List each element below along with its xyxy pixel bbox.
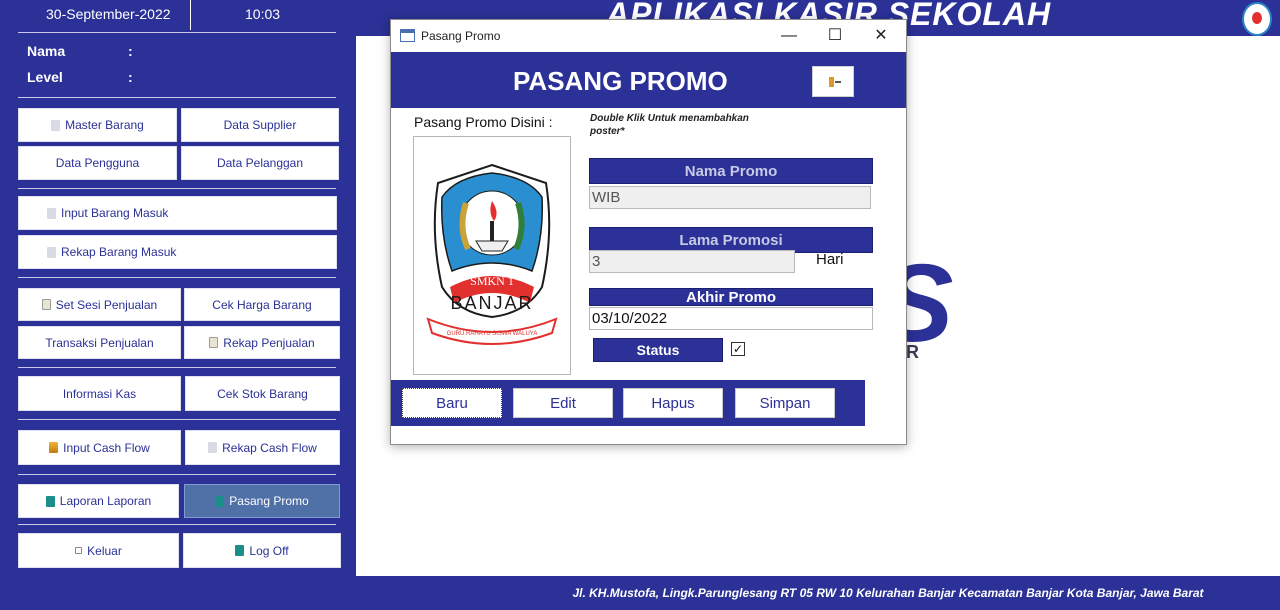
level-label: Level — [27, 69, 63, 85]
transaksi-penjualan-button[interactable]: Transaksi Penjualan — [18, 326, 181, 359]
poster-school-name: SMKN 1 — [470, 274, 514, 288]
data-pengguna-button[interactable]: Data Pengguna — [18, 146, 177, 180]
current-time: 10:03 — [245, 6, 281, 22]
top-status-bar: 30-September-2022 10:03 — [0, 0, 356, 30]
divider — [18, 419, 336, 420]
poster-city: BANJAR — [450, 293, 533, 313]
poster-hint: Double Klik Untuk menambahkan poster* — [590, 113, 749, 137]
background-logo-text: R — [906, 342, 919, 362]
simpan-button[interactable]: Simpan — [735, 388, 835, 418]
akhir-promo-field[interactable]: 03/10/2022 — [589, 307, 873, 330]
divider — [18, 97, 336, 98]
poster-label: Pasang Promo Disini : — [414, 114, 553, 130]
current-date: 30-September-2022 — [46, 6, 171, 22]
divider — [18, 277, 336, 278]
divider — [190, 0, 191, 30]
keluar-button[interactable]: Keluar — [18, 533, 179, 568]
maximize-button[interactable]: ☐ — [812, 24, 858, 48]
dialog-header: PASANG PROMO — [391, 52, 906, 108]
book-icon — [215, 495, 225, 507]
exit-button[interactable] — [812, 66, 854, 97]
edit-icon — [209, 337, 219, 348]
footer-address: Jl. KH.Mustofa, Lingk.Parunglesang RT 05… — [572, 586, 1204, 600]
form-icon — [400, 29, 415, 42]
window-title: Pasang Promo — [421, 29, 501, 43]
school-logo-icon — [1242, 2, 1272, 36]
lama-promosi-field[interactable]: 3 — [589, 250, 795, 273]
hapus-button[interactable]: Hapus — [623, 388, 723, 418]
divider — [18, 474, 336, 475]
data-supplier-button[interactable]: Data Supplier — [181, 108, 339, 142]
database-icon — [51, 119, 61, 131]
document-icon — [47, 207, 56, 219]
window-titlebar[interactable]: Pasang Promo — ☐ ✕ — [391, 20, 906, 52]
dialog-button-bar: Baru Edit Hapus Simpan — [391, 380, 865, 426]
dialog-heading: PASANG PROMO — [513, 66, 728, 96]
cek-stok-barang-button[interactable]: Cek Stok Barang — [185, 376, 340, 411]
laporan-laporan-button[interactable]: Laporan Laporan — [18, 484, 179, 518]
data-pelanggan-button[interactable]: Data Pelanggan — [181, 146, 339, 180]
document-icon — [208, 442, 218, 453]
informasi-kas-button[interactable]: Informasi Kas — [18, 376, 181, 411]
smkn1-banjar-logo-icon: SMKN 1 BANJAR GURU RAHAYU SISWA WALUYA — [426, 163, 558, 345]
nama-label: Nama — [27, 43, 66, 59]
cash-flow-icon — [49, 442, 59, 453]
rekap-cash-flow-button[interactable]: Rekap Cash Flow — [185, 430, 340, 465]
poster-image[interactable]: SMKN 1 BANJAR GURU RAHAYU SISWA WALUYA — [413, 136, 571, 375]
close-icon — [75, 547, 83, 554]
divider — [18, 524, 336, 525]
input-cash-flow-button[interactable]: Input Cash Flow — [18, 430, 181, 465]
level-colon: : — [128, 69, 133, 85]
status-checkbox[interactable]: ✓ — [731, 342, 745, 356]
close-button[interactable]: ✕ — [858, 24, 904, 48]
pasang-promo-button[interactable]: Pasang Promo — [184, 484, 340, 518]
cek-harga-barang-button[interactable]: Cek Harga Barang — [184, 288, 340, 321]
book-icon — [235, 545, 245, 556]
divider — [18, 188, 336, 189]
poster-motto: GURU RAHAYU SISWA WALUYA — [447, 331, 538, 337]
divider — [18, 32, 336, 33]
akhir-promo-header: Akhir Promo — [589, 288, 873, 306]
document-icon — [47, 246, 56, 258]
rekap-barang-masuk-button[interactable]: Rekap Barang Masuk — [18, 235, 337, 269]
edit-icon — [41, 299, 51, 310]
nama-promo-field[interactable]: WIB — [589, 186, 871, 209]
rekap-penjualan-button[interactable]: Rekap Penjualan — [184, 326, 340, 359]
sidebar: 30-September-2022 10:03 Nama : Level : M… — [0, 0, 356, 610]
master-barang-button[interactable]: Master Barang — [18, 108, 177, 142]
book-icon — [45, 495, 55, 507]
edit-button[interactable]: Edit — [513, 388, 613, 418]
log-off-button[interactable]: Log Off — [183, 533, 341, 568]
divider — [18, 367, 336, 368]
input-barang-masuk-button[interactable]: Input Barang Masuk — [18, 196, 337, 230]
nama-colon: : — [128, 43, 133, 59]
hari-label: Hari — [816, 251, 844, 268]
minimize-button[interactable]: — — [766, 24, 812, 48]
set-sesi-penjualan-button[interactable]: Set Sesi Penjualan — [18, 288, 181, 321]
pasang-promo-dialog: Pasang Promo — ☐ ✕ PASANG PROMO Pasang P… — [390, 19, 907, 445]
nama-promo-header: Nama Promo — [589, 158, 873, 184]
status-label: Status — [593, 338, 723, 362]
baru-button[interactable]: Baru — [402, 388, 502, 418]
